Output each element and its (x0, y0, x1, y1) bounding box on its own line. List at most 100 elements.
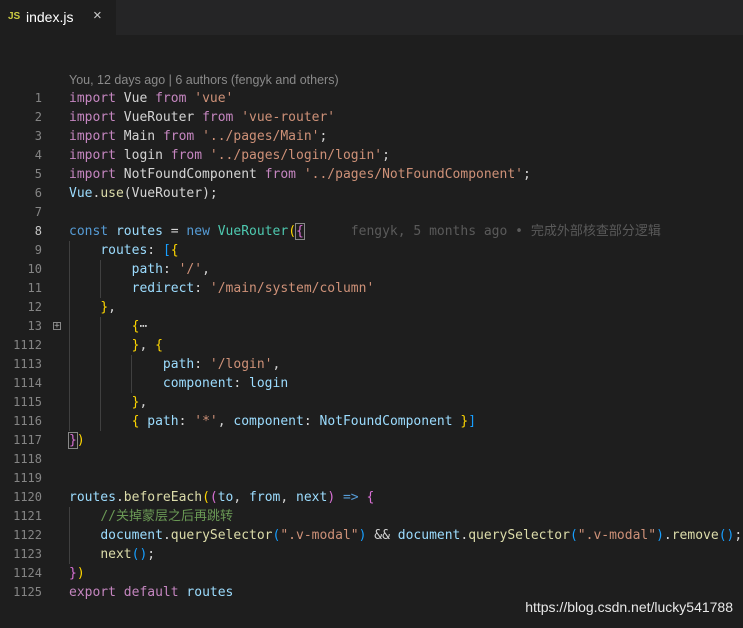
code-token: : (178, 414, 195, 429)
line-number: 3 (34, 129, 42, 143)
code-line[interactable]: 1112 }, { (0, 336, 743, 355)
code-line[interactable]: 1120 routes.beforeEach((to, from, next) =… (0, 488, 743, 507)
code-line[interactable]: 1124}) (0, 564, 743, 583)
code-token: login (249, 376, 289, 391)
code-token: new (186, 224, 210, 239)
code-token: , (272, 357, 281, 372)
code-line[interactable]: 3 import Main from '../pages/Main'; (0, 127, 743, 146)
code-line[interactable]: 10 path: '/', (0, 260, 743, 279)
code-text: {⋯ (69, 317, 148, 336)
code-editor[interactable]: 1 import Vue from 'vue' 2 import VueRouter … (0, 89, 743, 602)
code-token: routes (100, 243, 148, 258)
code-line[interactable]: 1116 { path: '*', component: NotFoundCom… (0, 412, 743, 431)
code-line[interactable]: 12 }, (0, 298, 743, 317)
line-number: 10 (27, 262, 42, 276)
line-number: 5 (34, 167, 42, 181)
code-text: }) (68, 431, 85, 450)
code-token: component (233, 414, 304, 429)
code-text: routes.beforeEach((to, from, next) => { (69, 488, 374, 507)
code-text: import Vue from 'vue' (69, 89, 233, 108)
code-token: document (397, 528, 461, 543)
code-token: VueRouter (115, 110, 203, 125)
code-token: default (123, 585, 179, 600)
code-token: ) (76, 566, 85, 581)
code-line[interactable]: 6 Vue.use(VueRouter); (0, 184, 743, 203)
code-token: beforeEach (123, 490, 203, 505)
code-line[interactable]: 13 + {⋯ (0, 317, 743, 336)
code-token: ; (319, 129, 328, 144)
code-token: querySelector (468, 528, 570, 543)
watermark: https://blog.csdn.net/lucky541788 (525, 599, 733, 615)
code-text: component: login (69, 374, 288, 393)
code-text: document.querySelector(".v-modal") && do… (69, 526, 742, 545)
code-text: }, (69, 298, 116, 317)
code-token: , (139, 395, 148, 410)
code-line[interactable]: 4 import login from '../pages/login/login… (0, 146, 743, 165)
code-text: import NotFoundComponent from '../pages/… (69, 165, 531, 184)
code-token: routes (69, 490, 116, 505)
line-number: 1117 (13, 433, 42, 447)
line-number: 1118 (13, 452, 42, 466)
code-token: ; (734, 528, 743, 543)
code-token: ] (468, 414, 477, 429)
code-line[interactable]: 8 const routes = new VueRouter({ fengyk, … (0, 222, 743, 241)
tab-bar: JS index.js × (0, 0, 743, 35)
code-token: ( (569, 528, 578, 543)
code-text: }, (69, 393, 148, 412)
code-line[interactable]: 1113 path: '/login', (0, 355, 743, 374)
git-blame-header[interactable]: You, 12 days ago | 6 authors (fengyk and… (69, 73, 339, 87)
code-token: redirect (131, 281, 195, 296)
code-line[interactable]: 1114 component: login (0, 374, 743, 393)
code-line[interactable]: 1 import Vue from 'vue' (0, 89, 743, 108)
tab-index-js[interactable]: JS index.js × (0, 0, 117, 35)
code-token: ( (202, 490, 210, 505)
code-line[interactable]: 1121 //关掉蒙层之后再跳转 (0, 507, 743, 526)
code-text: Vue.use(VueRouter); (69, 184, 218, 203)
code-token: NotFoundComponent (319, 414, 453, 429)
code-line[interactable]: 9 routes: [{ (0, 241, 743, 260)
code-text: routes: [{ (69, 241, 178, 260)
code-token: : (194, 281, 210, 296)
code-token: { (295, 223, 305, 240)
code-token: from (162, 129, 195, 144)
code-line[interactable]: 5 import NotFoundComponent from '../pages… (0, 165, 743, 184)
code-token: ".v-modal" (577, 528, 657, 543)
code-text: import login from '../pages/login/login'… (69, 146, 390, 165)
line-number: 1122 (13, 528, 42, 542)
code-token: path (162, 357, 195, 372)
code-line[interactable]: 1119 (0, 469, 743, 488)
code-line[interactable]: 7 (0, 203, 743, 222)
code-line[interactable]: 1117}) (0, 431, 743, 450)
code-token: import (69, 129, 116, 144)
code-token: { (366, 490, 375, 505)
code-line[interactable]: 1122 document.querySelector(".v-modal") … (0, 526, 743, 545)
code-line[interactable]: 1118 (0, 450, 743, 469)
code-token: //关掉蒙层之后再跳转 (100, 509, 233, 524)
code-line[interactable]: 1115 }, (0, 393, 743, 412)
code-text: //关掉蒙层之后再跳转 (69, 507, 233, 526)
fold-expand-icon[interactable]: + (53, 322, 61, 331)
code-token: const (69, 224, 109, 239)
code-line[interactable]: 2 import VueRouter from 'vue-router' (0, 108, 743, 127)
code-token: routes (115, 224, 163, 239)
code-line[interactable]: 11 redirect: '/main/system/column' (0, 279, 743, 298)
code-line[interactable]: 1123 next(); (0, 545, 743, 564)
code-text: import Main from '../pages/Main'; (69, 127, 327, 146)
code-token: from (155, 91, 187, 106)
code-text: { path: '*', component: NotFoundComponen… (69, 412, 476, 431)
code-token: '../pages/login/login' (209, 148, 383, 163)
code-token: import (69, 110, 116, 125)
code-token: import (69, 91, 116, 106)
close-icon[interactable]: × (93, 7, 102, 24)
code-token: (VueRouter); (123, 186, 218, 201)
code-text: redirect: '/main/system/column' (69, 279, 375, 298)
